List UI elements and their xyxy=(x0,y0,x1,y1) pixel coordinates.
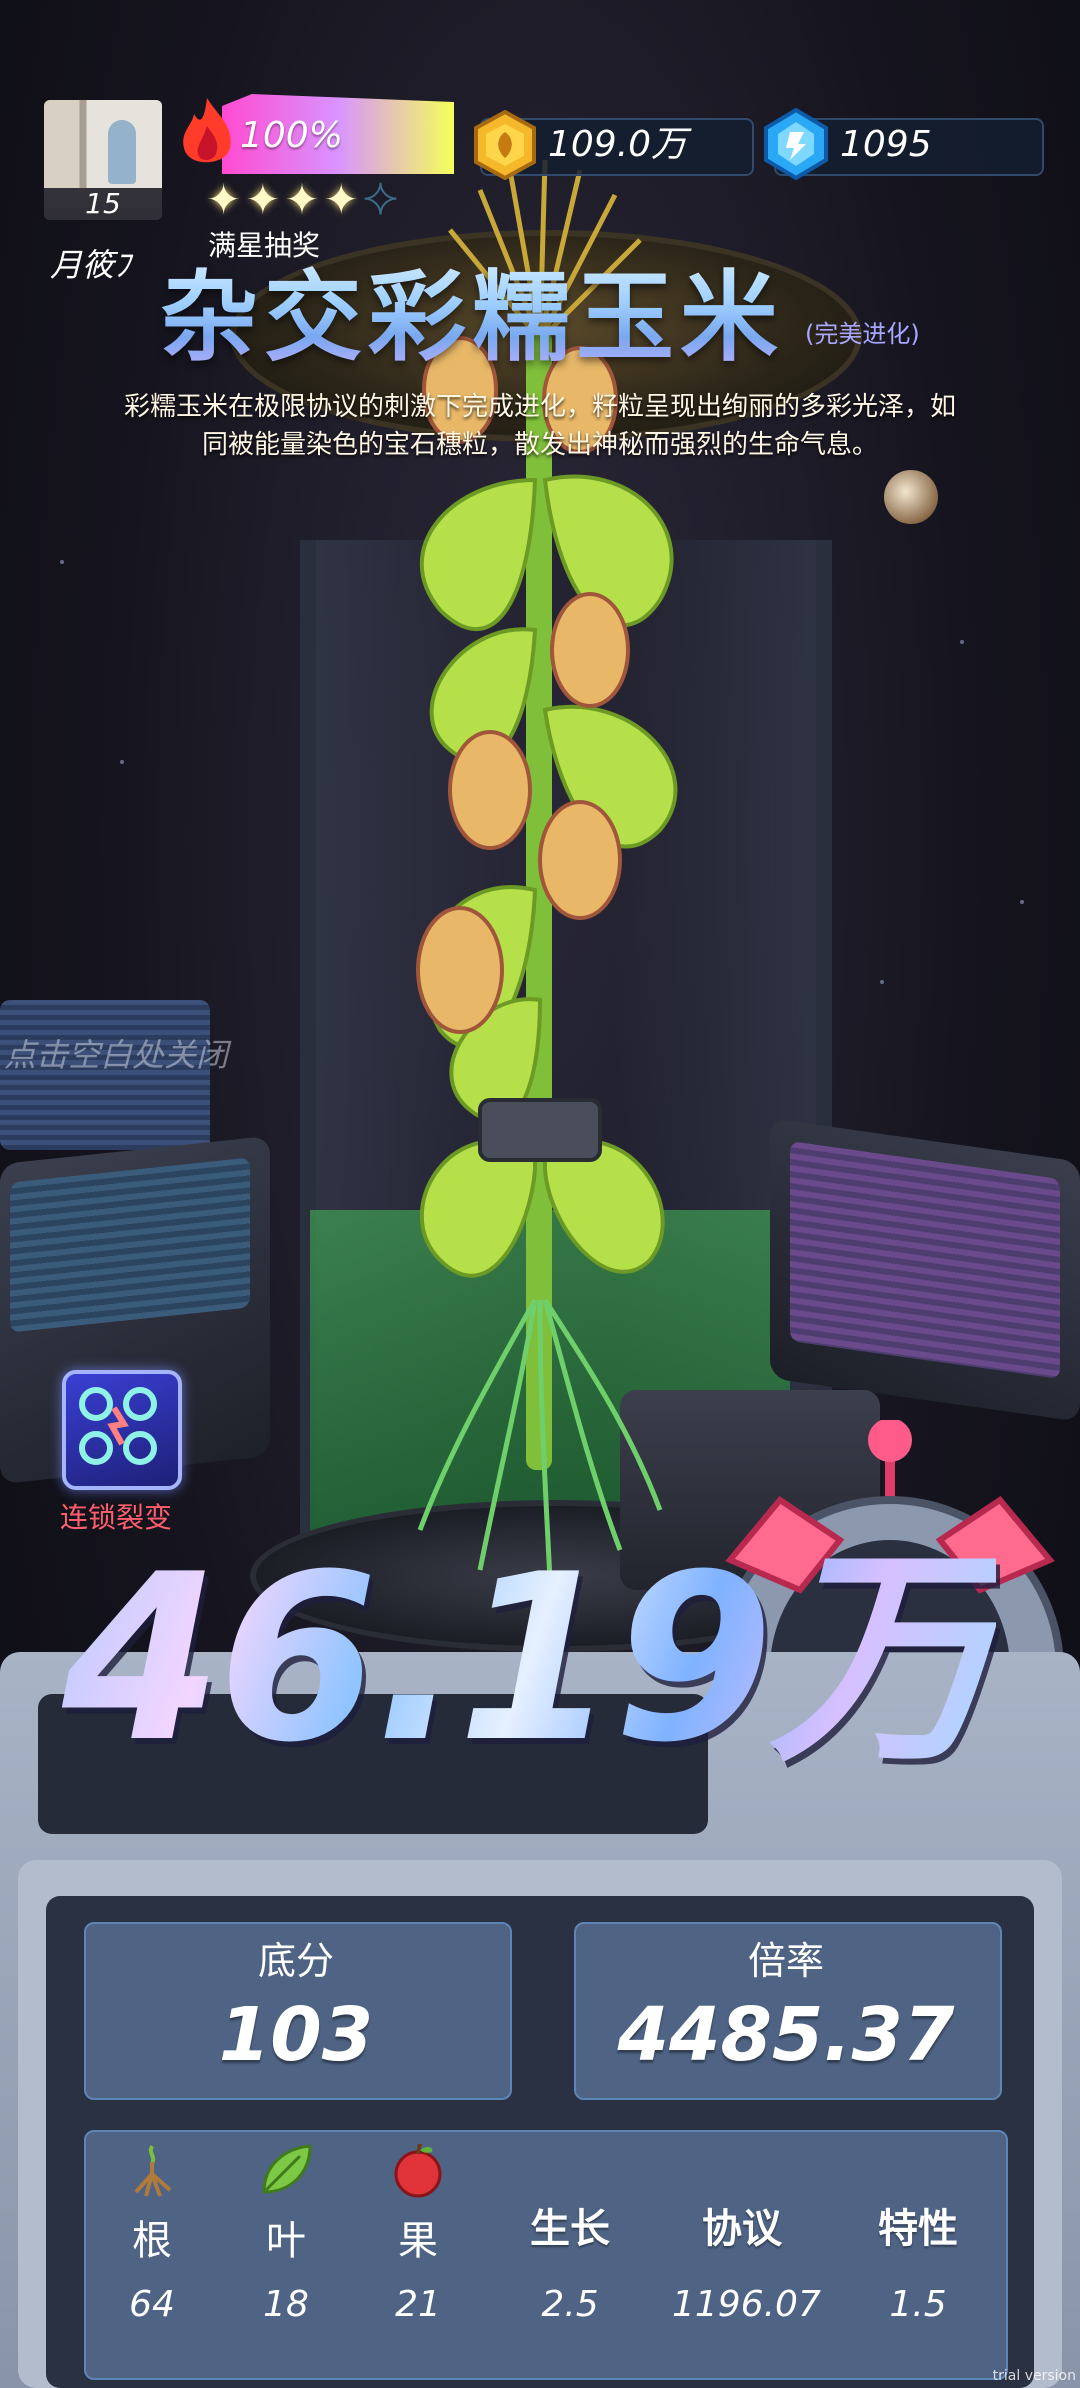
attr-fruit: 果 xyxy=(358,2140,478,2266)
attr-leaf-value: 18 xyxy=(263,2284,309,2325)
attr-trait-value: 1.5 xyxy=(889,2284,947,2325)
attr-root: 根 xyxy=(92,2140,212,2266)
star-empty-icon: ✦ xyxy=(362,175,399,224)
attr-root-name: 根 xyxy=(132,2218,172,2264)
attr-protocol: 协议 xyxy=(682,2140,802,2254)
total-score: 46.19万 xyxy=(62,1526,1000,1793)
description-line: 彩糯玉米在极限协议的刺激下完成进化，籽粒呈现出绚丽的多彩光泽，如 xyxy=(123,392,956,422)
star-filled-icon: ✦ xyxy=(323,175,359,224)
attr-leaf: 叶 xyxy=(226,2140,346,2266)
star-filled-icon: ✦ xyxy=(206,175,242,224)
coin-icon xyxy=(474,110,536,180)
attr-growth-name: 生长 xyxy=(530,2206,610,2252)
avatar-figure xyxy=(108,120,136,184)
space-dot xyxy=(880,980,884,984)
space-dot xyxy=(60,560,64,564)
plant-title: 杂交彩糯玉米 xyxy=(160,238,784,380)
attr-leaf-name: 叶 xyxy=(266,2218,306,2264)
attr-fruit-value: 21 xyxy=(395,2284,441,2325)
apple-icon xyxy=(394,2143,442,2198)
gem-value: 1095 xyxy=(840,124,932,165)
space-dot xyxy=(120,760,124,764)
attr-trait: 特性 xyxy=(858,2140,978,2254)
attr-growth-value: 2.5 xyxy=(541,2284,599,2325)
root-icon xyxy=(134,2145,172,2197)
multiplier-value: 4485.37 xyxy=(617,1992,955,2078)
base-score-value: 103 xyxy=(218,1992,374,2078)
evolution-tag: (完美进化) xyxy=(805,320,920,348)
lab-screen-right xyxy=(790,1141,1060,1379)
fire-icon xyxy=(183,98,231,163)
heat-percent: 100% xyxy=(240,115,343,156)
attr-trait-name: 特性 xyxy=(878,2206,958,2252)
attr-fruit-name: 果 xyxy=(398,2218,438,2264)
player-avatar[interactable]: 15 xyxy=(44,100,162,220)
star-filled-icon: ✦ xyxy=(245,175,281,224)
star-rating: ✦✦✦✦✦ xyxy=(206,175,402,224)
floating-orb-icon xyxy=(884,470,938,524)
player-level: 15 xyxy=(44,188,162,220)
description-line: 同被能量染色的宝石穗粒，散发出神秘而强烈的生命气息。 xyxy=(201,430,878,460)
player-name: 月筱ﾌ xyxy=(50,246,131,284)
space-dot xyxy=(960,640,964,644)
space-dot xyxy=(1020,900,1024,904)
attr-root-value: 64 xyxy=(129,2284,175,2325)
plant-description: 彩糯玉米在极限协议的刺激下完成进化，籽粒呈现出绚丽的多彩光泽，如 同被能量染色的… xyxy=(80,388,1000,464)
leaf-icon xyxy=(262,2144,312,2194)
base-score-label: 底分 xyxy=(257,1939,334,1983)
close-hint[interactable]: 点击空白处关闭 xyxy=(4,1030,228,1076)
gem-icon xyxy=(764,108,828,180)
coin-value: 109.0万 xyxy=(548,124,688,165)
attr-protocol-value: 1196.07 xyxy=(672,2284,821,2325)
avatar-image xyxy=(44,100,162,188)
chain-fission-button[interactable] xyxy=(62,1370,182,1490)
lab-screen-left xyxy=(10,1157,250,1333)
attr-protocol-name: 协议 xyxy=(702,2206,782,2252)
trial-watermark: trial version xyxy=(992,2368,1076,2384)
multiplier-label: 倍率 xyxy=(747,1939,824,1983)
chain-fission-icon xyxy=(79,1387,157,1465)
star-filled-icon: ✦ xyxy=(284,175,320,224)
attr-growth: 生长 xyxy=(510,2140,630,2254)
